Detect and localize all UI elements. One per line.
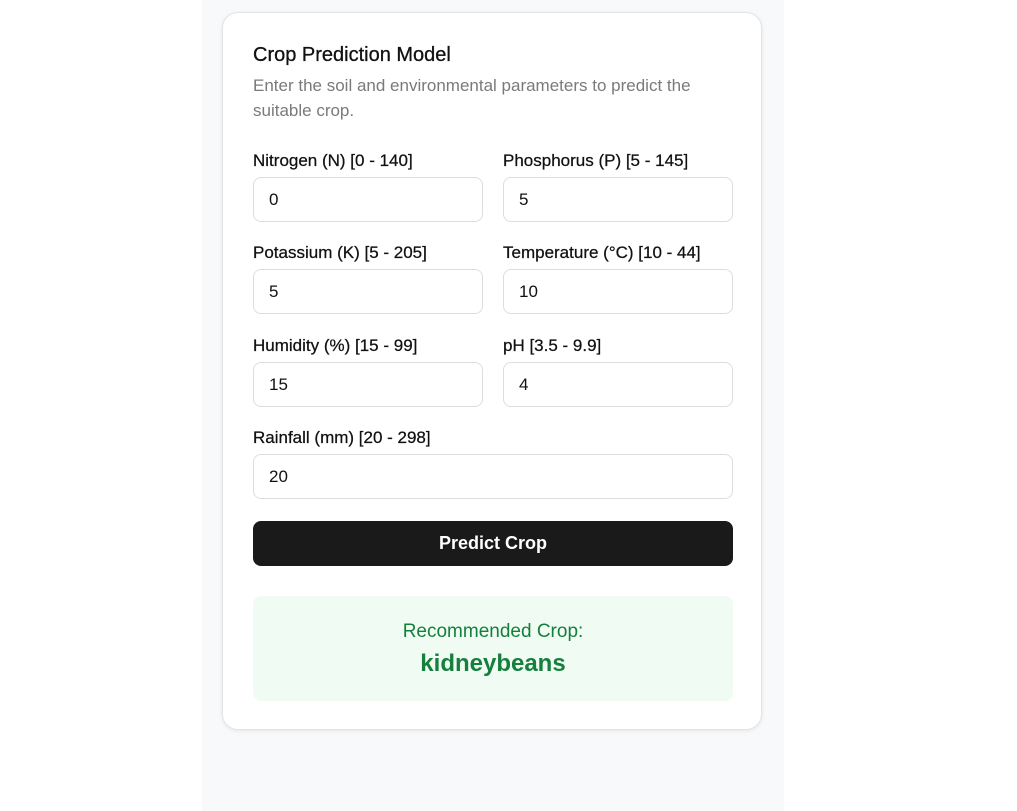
phosphorus-input[interactable] <box>503 177 733 222</box>
temperature-label: Temperature (°C) [10 - 44] <box>503 243 701 262</box>
humidity-input[interactable] <box>253 362 483 407</box>
field-temperature: Temperature (°C) [10 - 44] <box>503 243 733 315</box>
card-title: Crop Prediction Model <box>253 44 451 66</box>
crop-prediction-card: Crop Prediction Model Enter the soil and… <box>222 12 762 730</box>
field-phosphorus: Phosphorus (P) [5 - 145] <box>503 151 733 223</box>
card-description: Enter the soil and environmental paramet… <box>253 76 691 120</box>
field-humidity: Humidity (%) [15 - 99] <box>253 336 483 408</box>
field-nitrogen: Nitrogen (N) [0 - 140] <box>253 151 483 223</box>
potassium-label: Potassium (K) [5 - 205] <box>253 243 427 262</box>
rainfall-label: Rainfall (mm) [20 - 298] <box>253 428 431 447</box>
rainfall-input[interactable] <box>253 454 733 499</box>
field-rainfall: Rainfall (mm) [20 - 298] <box>253 428 733 500</box>
field-potassium: Potassium (K) [5 - 205] <box>253 243 483 315</box>
field-ph: pH [3.5 - 9.9] <box>503 336 733 408</box>
nitrogen-label: Nitrogen (N) [0 - 140] <box>253 151 413 170</box>
recommended-crop: kidneybeans <box>420 650 566 677</box>
phosphorus-label: Phosphorus (P) [5 - 145] <box>503 151 689 170</box>
ph-input[interactable] <box>503 362 733 407</box>
result-label: Recommended Crop: <box>402 621 584 642</box>
nitrogen-input[interactable] <box>253 177 483 222</box>
humidity-label: Humidity (%) [15 - 99] <box>253 336 418 355</box>
ph-label: pH [3.5 - 9.9] <box>503 336 602 355</box>
potassium-input[interactable] <box>253 269 483 314</box>
temperature-input[interactable] <box>503 269 733 314</box>
predict-crop-button[interactable]: Predict Crop <box>253 521 733 566</box>
result-panel: Recommended Crop: kidneybeans <box>253 596 733 701</box>
